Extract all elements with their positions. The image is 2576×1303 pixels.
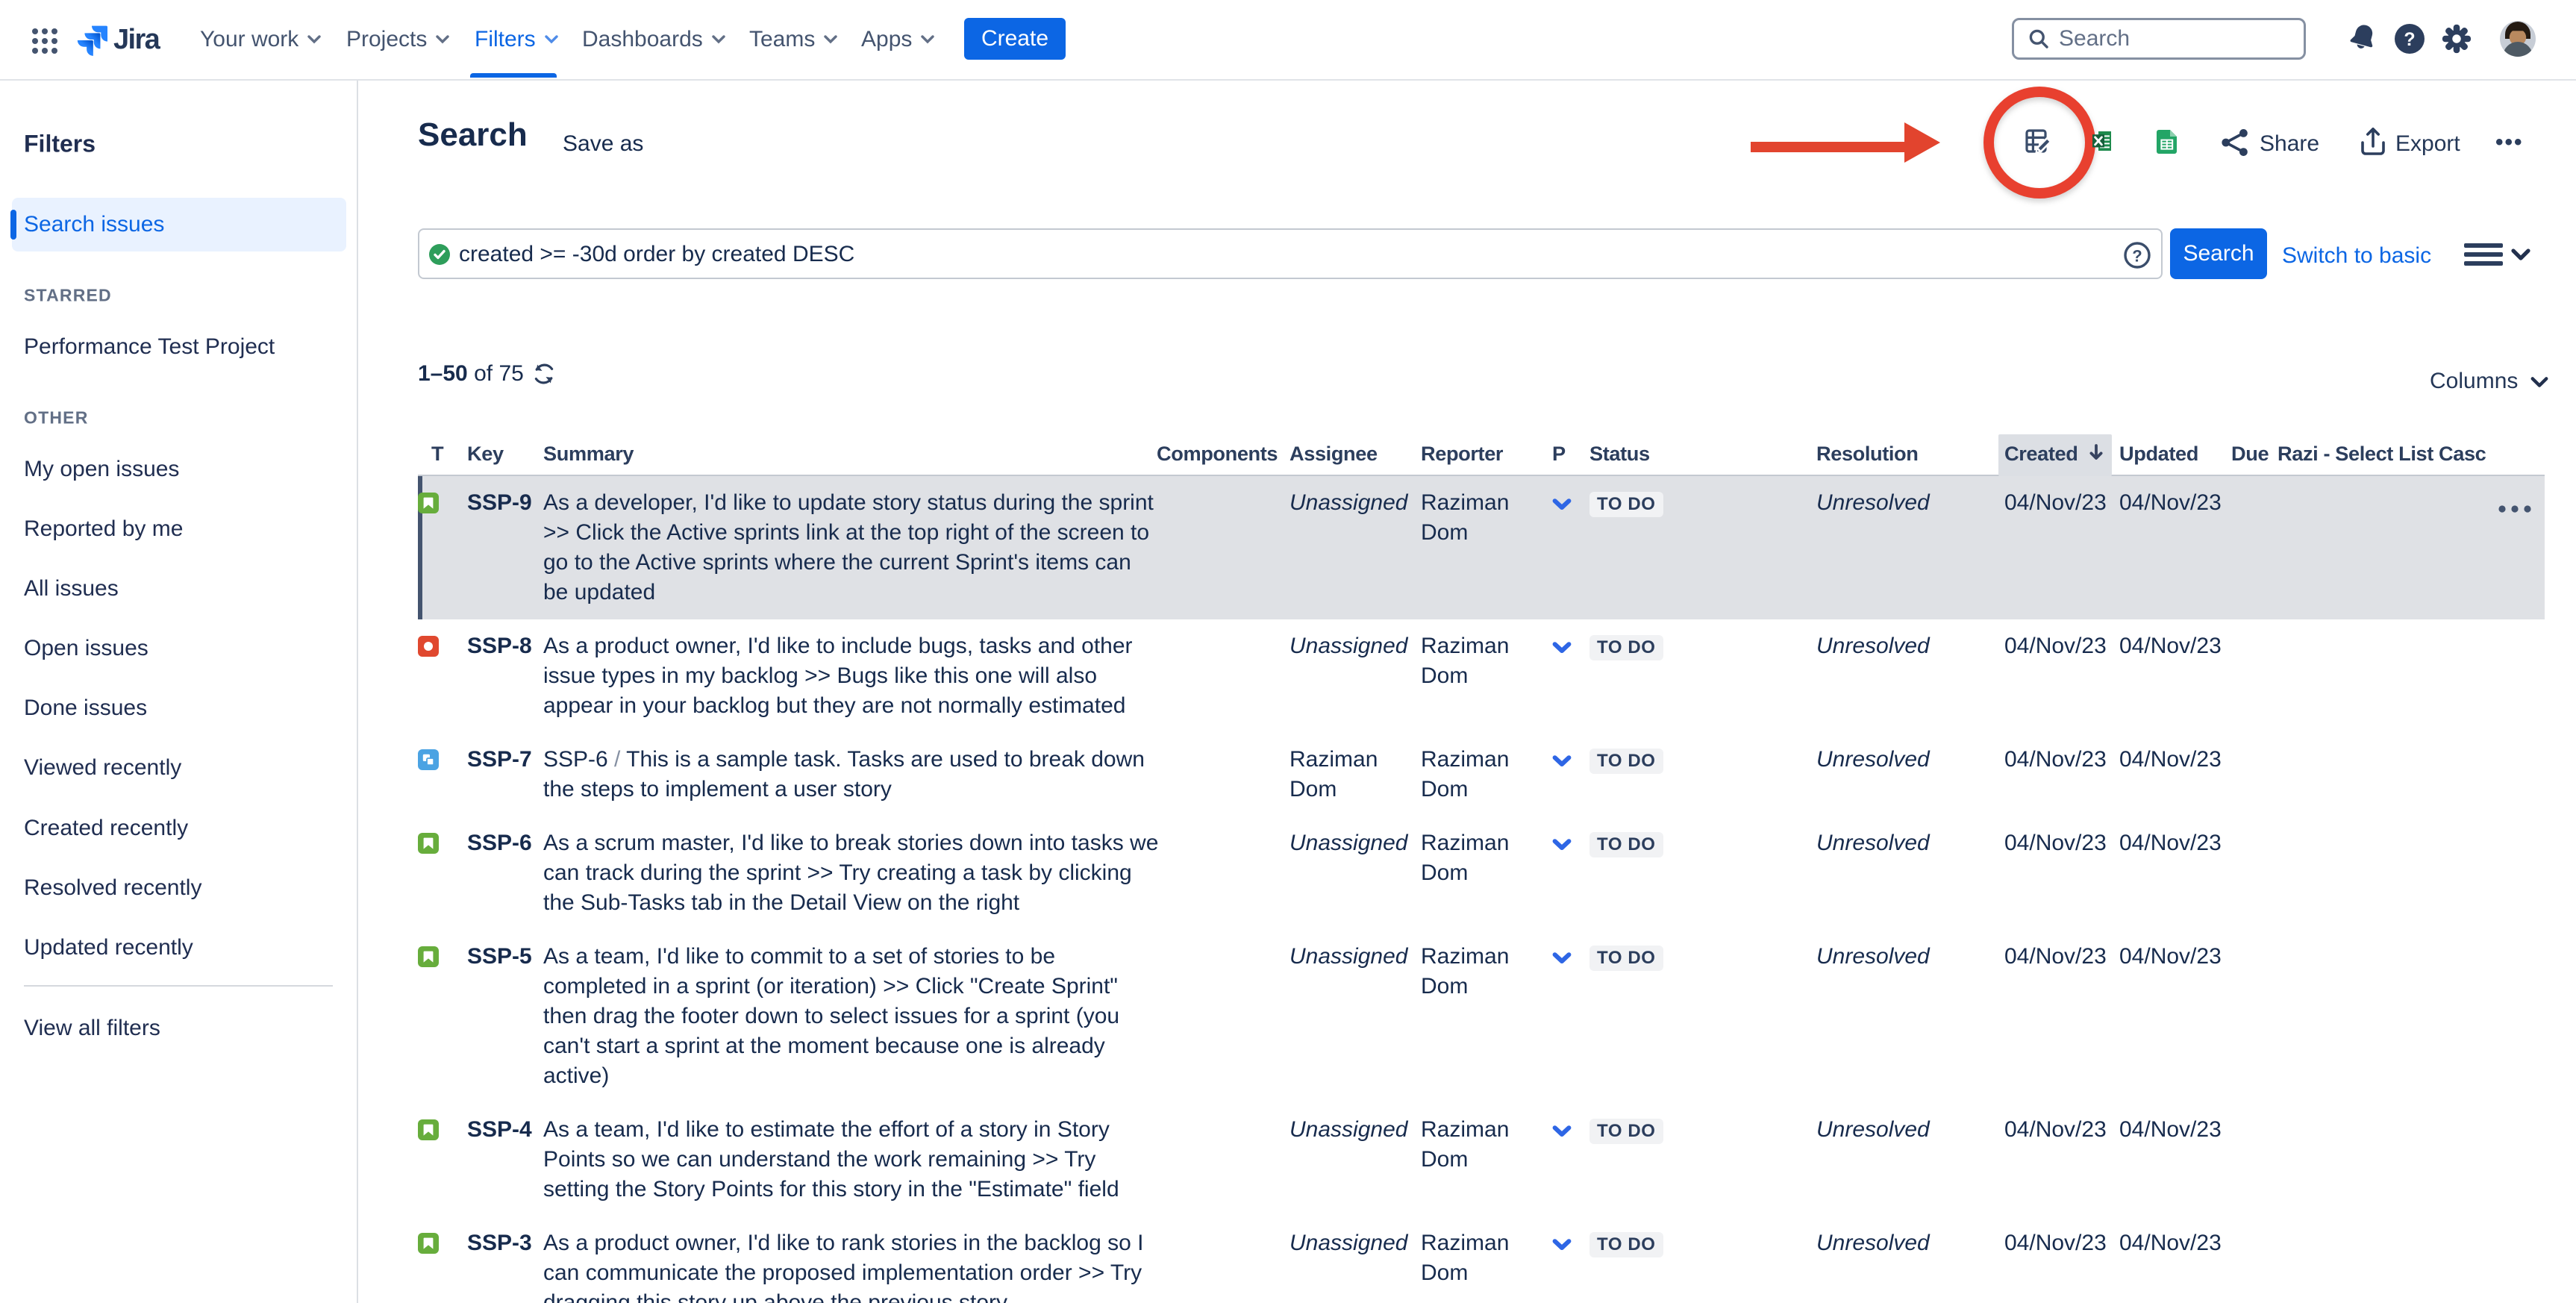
svg-text:?: ? xyxy=(2404,29,2415,50)
svg-text:?: ? xyxy=(2132,246,2142,265)
